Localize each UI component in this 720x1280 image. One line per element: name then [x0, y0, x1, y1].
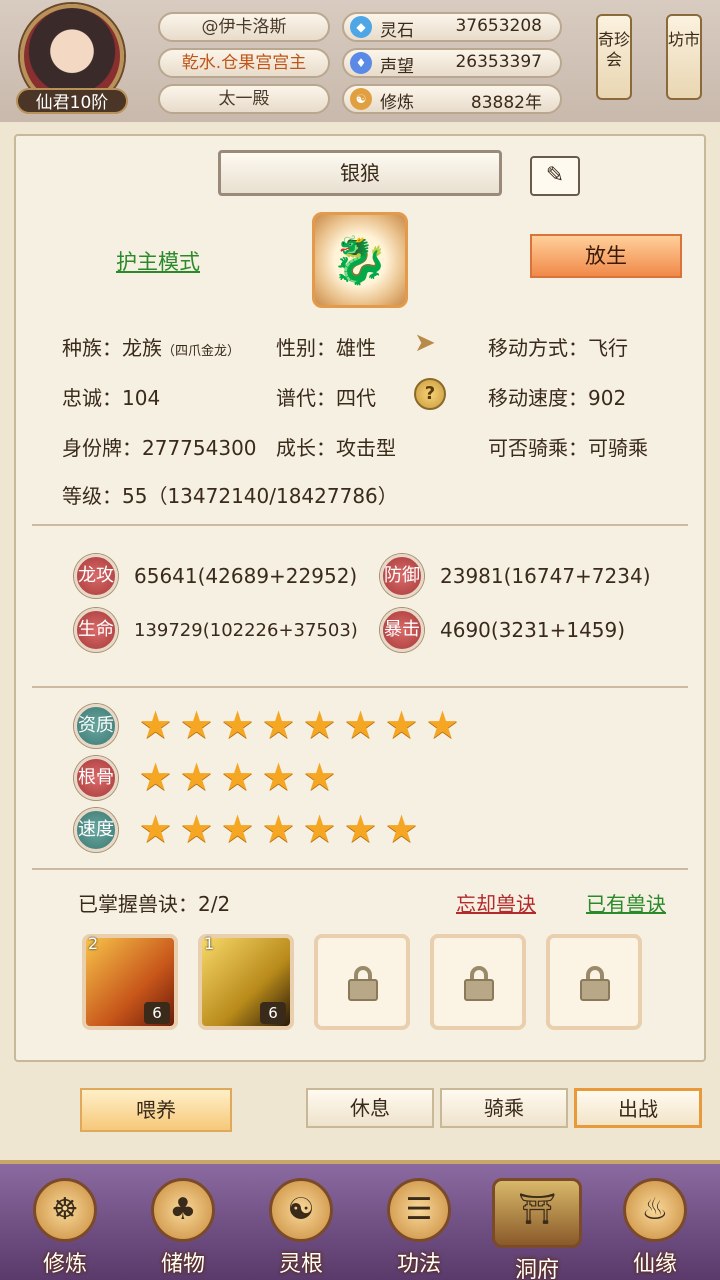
lock-icon — [580, 966, 610, 1001]
star-icon: ★ — [138, 703, 173, 747]
nav-techniques[interactable]: ☰ 功法 — [364, 1178, 474, 1280]
resource-shengwang: ♦ 声望 26353397 — [342, 48, 562, 78]
divider — [32, 686, 688, 688]
bag-icon: ♣ — [151, 1178, 215, 1242]
flame-icon: ♦ — [350, 52, 372, 74]
owned-skills-link[interactable]: 已有兽诀 — [586, 888, 666, 917]
release-button[interactable]: 放生 — [530, 234, 682, 278]
arrow-icon[interactable]: ➤ — [414, 328, 436, 358]
speed-badge: 速度 — [74, 808, 118, 852]
growth-row: 成长：攻击型 — [276, 436, 396, 460]
market-button[interactable]: 坊市 — [666, 14, 702, 100]
star-icon: ★ — [220, 703, 255, 747]
hall-tag[interactable]: 太一殿 — [158, 84, 330, 114]
player-name-tag[interactable]: @伊卡洛斯 — [158, 12, 330, 42]
nav-cultivate[interactable]: ☸ 修炼 — [10, 1178, 120, 1280]
star-icon: ★ — [384, 807, 419, 851]
star-icon: ★ — [343, 703, 378, 747]
crit-value: 4690(3231+1459) — [440, 618, 626, 642]
dragon-pet-portrait: 🐉 — [312, 212, 408, 308]
attack-value: 65641(42689+22952) — [134, 564, 358, 588]
rideable-row: 可否骑乘：可骑乘 — [488, 436, 648, 460]
skill-count: 6 — [144, 1002, 170, 1024]
gender-row: 性别：雄性 — [276, 336, 376, 360]
meditate-icon: ☯ — [350, 88, 372, 110]
id-row: 身份牌：277754300 — [62, 436, 257, 460]
star-icon: ★ — [179, 807, 214, 851]
aptitude-stars: ★ ★ ★ ★ ★ ★ ★ ★ — [136, 706, 462, 744]
star-icon: ★ — [302, 755, 337, 799]
bone-badge: 根骨 — [74, 756, 118, 800]
pet-name-plate: 银狼 — [218, 150, 502, 196]
star-icon: ★ — [179, 703, 214, 747]
bone-stars: ★ ★ ★ ★ ★ — [136, 758, 339, 796]
pet-book-icon[interactable]: ✎ — [530, 156, 580, 196]
help-icon[interactable]: ? — [414, 378, 446, 410]
star-icon: ★ — [302, 807, 337, 851]
guard-mode-link[interactable]: 护主模式 — [116, 246, 200, 276]
avatar-rank: 仙君10阶 — [16, 88, 128, 114]
skill-slot-1[interactable]: 2 6 — [82, 934, 178, 1030]
attack-badge: 龙攻 — [74, 554, 118, 598]
star-icon: ★ — [220, 755, 255, 799]
bottom-nav: ☸ 修炼 ♣ 储物 ☯ 灵根 ☰ 功法 ⛩ 洞府 ♨ 仙缘 — [0, 1160, 720, 1280]
star-icon: ★ — [138, 807, 173, 851]
star-icon: ★ — [220, 807, 255, 851]
lock-icon — [348, 966, 378, 1001]
battle-button[interactable]: 出战 — [574, 1088, 702, 1128]
hp-value: 139729(102226+37503) — [134, 620, 358, 641]
move-speed-row: 移动速度：902 — [488, 386, 627, 410]
crystal-icon: ◆ — [350, 16, 372, 38]
nav-storage[interactable]: ♣ 储物 — [128, 1178, 238, 1280]
skill-slot-2[interactable]: 1 6 — [198, 934, 294, 1030]
ride-button[interactable]: 骑乘 — [440, 1088, 568, 1128]
nav-spirit-root[interactable]: ☯ 灵根 — [246, 1178, 356, 1280]
star-icon: ★ — [179, 755, 214, 799]
crit-badge: 暴击 — [380, 608, 424, 652]
move-type-row: 移动方式：飞行 — [488, 336, 628, 360]
star-icon: ★ — [343, 807, 378, 851]
loyalty-row: 忠诚：104 — [62, 386, 161, 410]
swirl-icon: ☯ — [269, 1178, 333, 1242]
speed-stars: ★ ★ ★ ★ ★ ★ ★ — [136, 810, 421, 848]
top-bar: 仙君10阶 @伊卡洛斯 乾水.仓果宫宫主 太一殿 ◆ 灵石 37653208 ♦… — [0, 0, 720, 122]
skill-slot-locked[interactable] — [314, 934, 410, 1030]
rest-button[interactable]: 休息 — [306, 1088, 434, 1128]
player-title-tag[interactable]: 乾水.仓果宫宫主 — [158, 48, 330, 78]
skill-slot-locked[interactable] — [430, 934, 526, 1030]
star-icon: ★ — [425, 703, 460, 747]
resource-lingshi: ◆ 灵石 37653208 — [342, 12, 562, 42]
skill-level: 1 — [204, 934, 215, 953]
defense-badge: 防御 — [380, 554, 424, 598]
divider — [32, 868, 688, 870]
star-icon: ★ — [261, 703, 296, 747]
resource-xiulian: ☯ 修炼 83882年 — [342, 84, 562, 114]
divider — [32, 524, 688, 526]
treasure-fair-button[interactable]: 奇珍会 — [596, 14, 632, 100]
star-icon: ★ — [261, 807, 296, 851]
nav-fate[interactable]: ♨ 仙缘 — [600, 1178, 710, 1280]
star-icon: ★ — [302, 703, 337, 747]
hp-badge: 生命 — [74, 608, 118, 652]
gourd-icon: ♨ — [623, 1178, 687, 1242]
lock-icon — [464, 966, 494, 1001]
skill-slot-locked[interactable] — [546, 934, 642, 1030]
monk-icon: ☸ — [33, 1178, 97, 1242]
forget-skill-link[interactable]: 忘却兽诀 — [456, 888, 536, 917]
scroll-book-icon: ☰ — [387, 1178, 451, 1242]
skill-level: 2 — [88, 934, 99, 953]
star-icon: ★ — [138, 755, 173, 799]
star-icon: ★ — [261, 755, 296, 799]
level-row: 等级：55（13472140/18427786） — [62, 484, 398, 508]
star-icon: ★ — [384, 703, 419, 747]
skills-count: 已掌握兽诀：2/2 — [78, 892, 231, 916]
feed-button[interactable]: 喂养 — [80, 1088, 232, 1132]
nav-cave-home[interactable]: ⛩ 洞府 — [482, 1178, 592, 1280]
race-row: 种族：龙族（四爪金龙） — [62, 336, 241, 360]
generation-row: 谱代：四代 — [276, 386, 376, 410]
defense-value: 23981(16747+7234) — [440, 564, 651, 588]
aptitude-badge: 资质 — [74, 704, 118, 748]
skill-count: 6 — [260, 1002, 286, 1024]
palace-icon: ⛩ — [492, 1178, 582, 1248]
